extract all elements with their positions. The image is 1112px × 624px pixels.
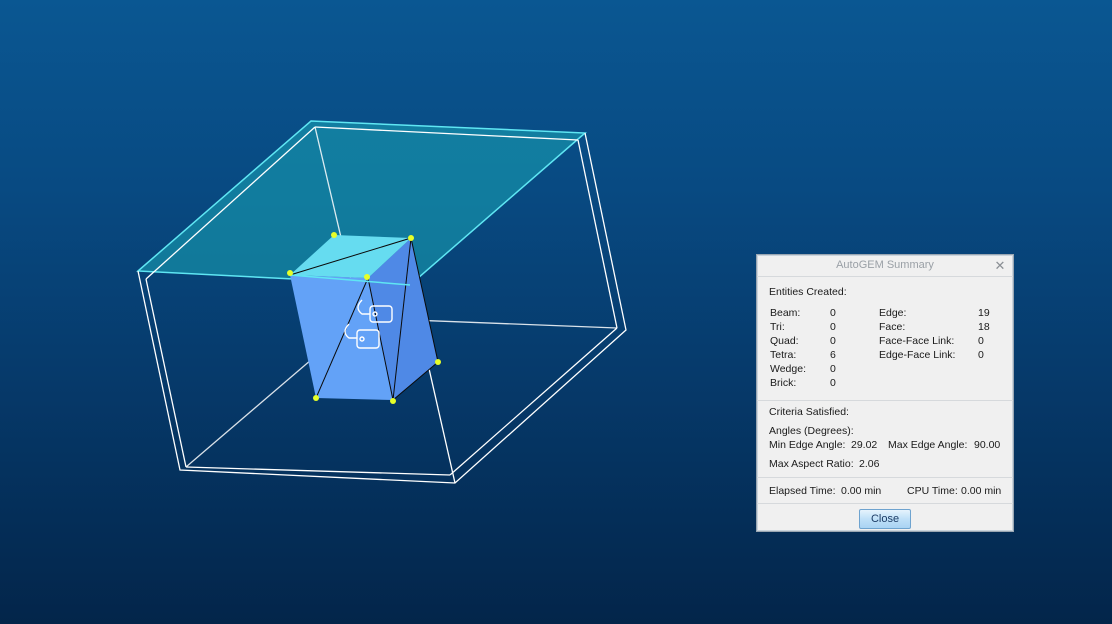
- criteria-section: Criteria Satisfied: Angles (Degrees): Mi…: [757, 401, 1013, 478]
- elapsed-time-label: Elapsed Time:: [769, 485, 836, 497]
- elapsed-time-value: 0.00 min: [841, 485, 882, 497]
- cpu-time-label: CPU Time:: [907, 485, 958, 497]
- min-edge-angle-label: Min Edge Angle:: [769, 439, 846, 451]
- entity-label: Tetra:: [770, 349, 797, 361]
- entity-label: Quad:: [770, 335, 799, 347]
- max-edge-angle-value: 90.00: [974, 439, 1001, 451]
- dialog-title: AutoGEM Summary: [836, 259, 934, 271]
- entity-value: 18: [978, 321, 990, 333]
- entity-value: 19: [978, 307, 990, 319]
- max-edge-angle-label: Max Edge Angle:: [888, 439, 968, 451]
- entities-section: Entities Created: Beam: 0 Tri: 0 Quad: 0…: [757, 277, 1013, 401]
- cpu-time-value: 0.00 min: [961, 485, 1002, 497]
- entity-value: 0: [830, 363, 836, 375]
- entity-label: Face:: [879, 321, 906, 333]
- entity-value: 0: [830, 321, 836, 333]
- criteria-header: Criteria Satisfied:: [769, 406, 849, 418]
- entities-header: Entities Created:: [769, 286, 847, 298]
- entity-label: Brick:: [770, 377, 797, 389]
- timing-section: Elapsed Time: 0.00 min CPU Time: 0.00 mi…: [757, 478, 1013, 504]
- autogem-summary-dialog: AutoGEM Summary ✕ Entities Created: Beam…: [756, 254, 1014, 532]
- entity-label: Edge:: [879, 307, 907, 319]
- close-icon[interactable]: ✕: [994, 255, 1006, 276]
- entity-value: 6: [830, 349, 836, 361]
- entity-label: Beam:: [770, 307, 801, 319]
- entity-label: Wedge:: [770, 363, 806, 375]
- close-button[interactable]: Close: [859, 509, 911, 529]
- max-aspect-ratio-value: 2.06: [859, 458, 880, 470]
- entity-label: Face-Face Link:: [879, 335, 955, 347]
- entity-label: Tri:: [770, 321, 785, 333]
- entity-label: Edge-Face Link:: [879, 349, 956, 361]
- min-edge-angle-value: 29.02: [851, 439, 878, 451]
- entity-value: 0: [978, 335, 984, 347]
- dialog-titlebar[interactable]: AutoGEM Summary ✕: [757, 255, 1013, 277]
- max-aspect-ratio-label: Max Aspect Ratio:: [769, 458, 854, 470]
- entity-value: 0: [830, 307, 836, 319]
- entity-value: 0: [830, 335, 836, 347]
- entity-value: 0: [978, 349, 984, 361]
- angles-header: Angles (Degrees):: [769, 425, 854, 437]
- entity-value: 0: [830, 377, 836, 389]
